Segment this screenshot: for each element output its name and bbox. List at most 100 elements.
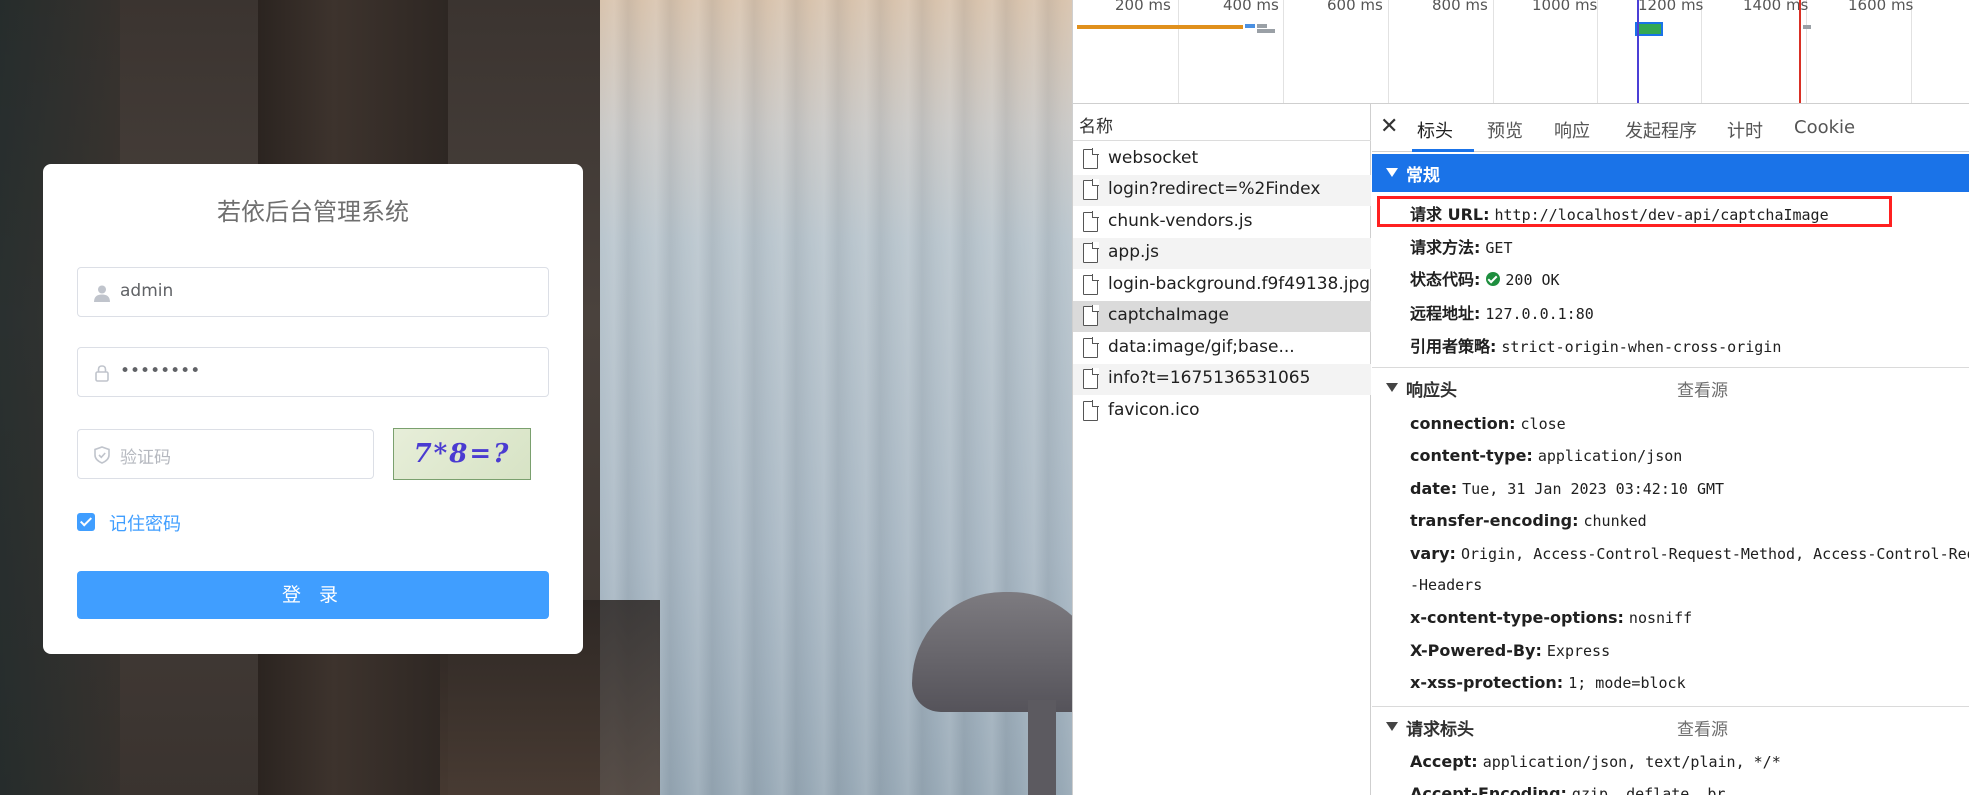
header-row: vary: Origin, Access-Control-Request-Meth… <box>1410 544 1969 563</box>
captcha-input[interactable]: 验证码 <box>77 429 374 479</box>
header-row: transfer-encoding: chunked <box>1410 511 1647 530</box>
request-row[interactable]: favicon.ico <box>1073 396 1371 427</box>
password-input[interactable]: •••••••• <box>77 347 549 397</box>
checkbox-checked-icon[interactable] <box>77 513 95 531</box>
header-value: nosniff <box>1628 609 1693 627</box>
header-key: connection: <box>1410 414 1516 433</box>
captcha-placeholder: 验证码 <box>120 448 171 468</box>
login-page: 若依后台管理系统 admin •••••••• 验证码 7*8=? 记住密码 登… <box>0 0 1072 795</box>
login-title: 若依后台管理系统 <box>217 198 409 226</box>
captcha-image[interactable]: 7*8=? <box>393 428 531 480</box>
network-timeline[interactable]: 200 ms 400 ms 600 ms 800 ms 1000 ms 1200… <box>1073 0 1969 104</box>
header-value: strict-origin-when-cross-origin <box>1501 338 1782 356</box>
request-name: chunk-vendors.js <box>1108 211 1253 231</box>
header-row: x-xss-protection: 1; mode=block <box>1410 673 1686 692</box>
section-title: 常规 <box>1406 166 1440 186</box>
file-icon <box>1083 274 1099 295</box>
request-row-selected[interactable]: captchaImage <box>1073 301 1371 332</box>
tab-timing[interactable]: 计时 <box>1727 117 1763 143</box>
section-title: 响应头 <box>1406 381 1457 401</box>
close-icon[interactable]: ✕ <box>1380 114 1398 139</box>
request-row[interactable]: login-background.f9f49138.jpg <box>1073 270 1371 301</box>
timeline-tick-label: 200 ms <box>1115 0 1171 14</box>
tab-headers[interactable]: 标头 <box>1417 117 1453 143</box>
devtools-panel: 200 ms 400 ms 600 ms 800 ms 1000 ms 1200… <box>1072 0 1969 795</box>
request-row[interactable]: websocket <box>1073 144 1371 175</box>
file-icon <box>1083 368 1099 389</box>
username-value: admin <box>120 281 174 301</box>
shield-check-icon <box>94 446 110 464</box>
header-row: X-Powered-By: Express <box>1410 641 1610 660</box>
header-value: Origin, Access-Control-Request-Method, A… <box>1460 545 1969 563</box>
header-row: Accept-Encoding: gzip, deflate, br <box>1410 784 1725 795</box>
view-source-link[interactable]: 查看源 <box>1677 376 1728 401</box>
section-divider <box>1372 706 1969 707</box>
timeline-tick-label: 400 ms <box>1223 0 1279 14</box>
header-row-request-url: 请求 URL: http://localhost/dev-api/captchaI… <box>1410 201 1829 225</box>
timeline-tick-label: 1200 ms <box>1638 0 1704 14</box>
header-key: Accept: <box>1410 752 1478 771</box>
remember-password-label[interactable]: 记住密码 <box>109 510 181 536</box>
timeline-tick-label: 800 ms <box>1432 0 1488 14</box>
header-key: x-content-type-options: <box>1410 608 1624 627</box>
header-value: 200 OK <box>1505 271 1560 289</box>
request-row[interactable]: app.js <box>1073 238 1371 269</box>
file-icon <box>1083 242 1099 263</box>
header-row-continuation: -Headers <box>1410 575 1482 594</box>
header-key: transfer-encoding: <box>1410 511 1579 530</box>
file-icon <box>1083 148 1099 169</box>
details-tab-bar: ✕ 标头 预览 响应 发起程序 计时 Cookie <box>1372 104 1969 152</box>
login-button[interactable]: 登 录 <box>77 571 549 619</box>
timeline-tick-label: 600 ms <box>1327 0 1383 14</box>
file-icon <box>1083 211 1099 232</box>
header-key: date: <box>1410 479 1458 498</box>
header-key: content-type: <box>1410 446 1533 465</box>
tab-cookies[interactable]: Cookie <box>1794 117 1855 138</box>
name-column-header[interactable]: 名称 <box>1073 104 1371 141</box>
file-icon <box>1083 400 1099 421</box>
request-name: app.js <box>1108 242 1159 262</box>
triangle-down-icon <box>1386 383 1398 392</box>
header-key: 状态代码: <box>1410 270 1481 289</box>
image-file-icon <box>1083 337 1099 358</box>
timeline-request-bar <box>1257 29 1275 33</box>
general-section-header[interactable]: 常规 <box>1372 154 1969 192</box>
timeline-gridline <box>1178 0 1179 103</box>
request-row[interactable]: info?t=1675136531065 <box>1073 364 1371 395</box>
section-title: 请求标头 <box>1406 720 1474 740</box>
request-row[interactable]: login?redirect=%2Findex <box>1073 175 1371 206</box>
request-list: 名称 websocket login?redirect=%2Findex chu… <box>1073 104 1371 795</box>
request-row[interactable]: chunk-vendors.js <box>1073 207 1371 238</box>
request-name: captchaImage <box>1108 305 1230 325</box>
timeline-gridline <box>1597 0 1598 103</box>
tab-response[interactable]: 响应 <box>1554 117 1590 143</box>
tab-initiator[interactable]: 发起程序 <box>1625 117 1697 143</box>
header-row-request-method: 请求方法: GET <box>1410 234 1513 258</box>
header-row-remote-address: 远程地址: 127.0.0.1:80 <box>1410 300 1594 324</box>
header-key: 远程地址: <box>1410 304 1481 323</box>
header-value: 127.0.0.1:80 <box>1485 305 1594 323</box>
timeline-tick-label: 1000 ms <box>1532 0 1598 14</box>
header-value: gzip, deflate, br <box>1571 785 1726 795</box>
request-name: websocket <box>1108 148 1199 168</box>
lock-icon <box>95 365 109 382</box>
timeline-domcontentloaded-marker <box>1637 0 1639 103</box>
request-details: ✕ 标头 预览 响应 发起程序 计时 Cookie 常规 请求 URL: http… <box>1372 104 1969 795</box>
request-name: login-background.f9f49138.jpg <box>1108 274 1371 294</box>
header-row: content-type: application/json <box>1410 446 1682 465</box>
request-row[interactable]: data:image/gif;base... <box>1073 333 1371 364</box>
header-value: 1; mode=block <box>1568 674 1686 692</box>
login-card: 若依后台管理系统 admin •••••••• 验证码 7*8=? 记住密码 登… <box>43 164 583 654</box>
view-source-link[interactable]: 查看源 <box>1677 715 1728 740</box>
header-row: x-content-type-options: nosniff <box>1410 608 1692 627</box>
timeline-gridline <box>1283 0 1284 103</box>
triangle-down-icon <box>1386 722 1398 731</box>
header-value: close <box>1520 415 1566 433</box>
username-input[interactable]: admin <box>77 267 549 317</box>
timeline-tick-label: 1600 ms <box>1848 0 1914 14</box>
request-headers-section-header[interactable]: 请求标头 查看源 <box>1372 708 1969 746</box>
tab-preview[interactable]: 预览 <box>1487 117 1523 143</box>
file-icon <box>1083 305 1099 326</box>
response-headers-section-header[interactable]: 响应头 查看源 <box>1372 369 1969 407</box>
triangle-down-icon <box>1386 168 1398 177</box>
